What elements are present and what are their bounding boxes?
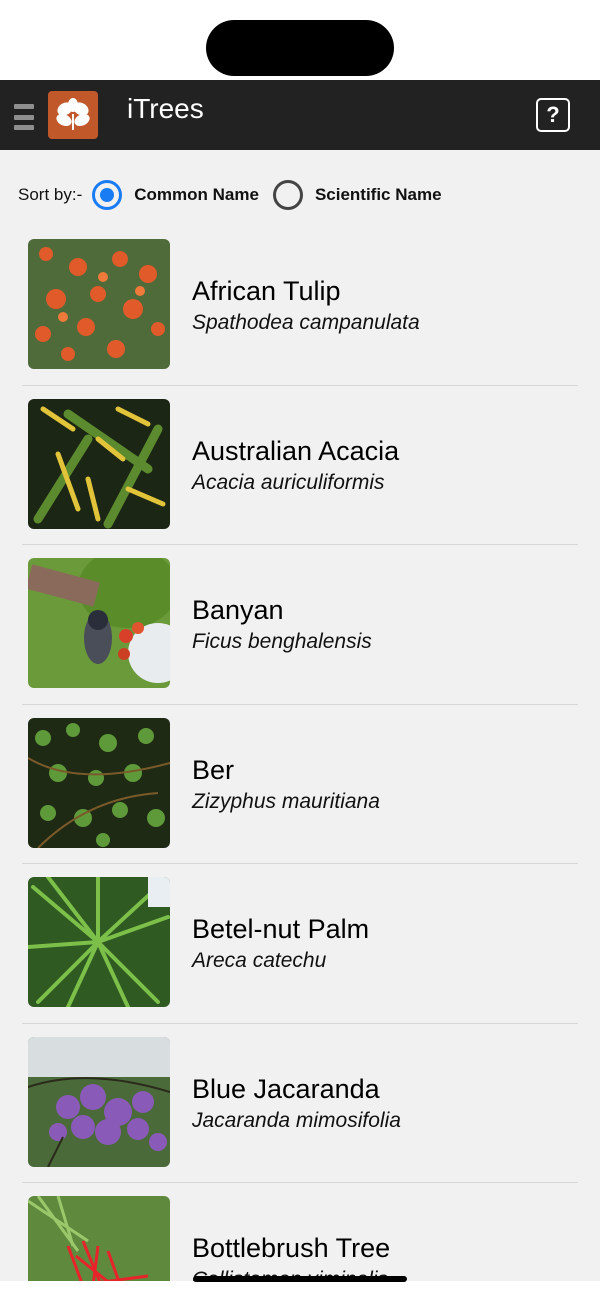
divider [22, 1022, 578, 1024]
tree-common-name: Blue Jacaranda [192, 1073, 380, 1104]
tree-scientific-name: Spathodea campanulata [192, 311, 420, 334]
tree-scientific-name: Zizyphus mauritiana [192, 789, 380, 813]
sort-options: Sort by:- Common Name Scientific Name [18, 180, 456, 210]
list-item[interactable]: African Tulip Spathodea campanulata [0, 230, 600, 390]
main-content: Sort by:- Common Name Scientific Name Af… [0, 150, 600, 1299]
radio-scientific-name[interactable] [272, 180, 303, 210]
tree-common-name: Ber [192, 754, 235, 785]
list-item[interactable]: Blue Jacaranda Jacaranda mimosifolia [0, 1028, 600, 1188]
tree-thumbnail [28, 239, 170, 369]
leaf-logo-icon [48, 91, 98, 139]
tree-common-name: Bottlebrush Tree [192, 1233, 391, 1263]
dynamic-island [206, 20, 394, 76]
app-title: iTrees [127, 93, 204, 124]
tree-common-name: Australian Acacia [192, 435, 400, 466]
divider [22, 544, 578, 545]
divider [22, 863, 578, 864]
divider [22, 703, 578, 705]
list-item[interactable]: Ber Zizyphus mauritiana [0, 709, 600, 869]
tree-thumbnail [28, 717, 170, 848]
sort-label: Sort by:- [18, 185, 83, 204]
tree-list: African Tulip Spathodea campanulata Aust… [0, 230, 600, 1299]
tree-common-name: Banyan [192, 595, 284, 625]
tree-scientific-name: Acacia auriculiformis [192, 470, 385, 494]
home-indicator [193, 1276, 407, 1282]
divider [22, 384, 578, 386]
tree-thumbnail [28, 398, 170, 529]
tree-thumbnail [28, 877, 170, 1007]
tree-common-name: African Tulip [192, 276, 341, 306]
help-icon[interactable]: ? [536, 98, 570, 132]
radio-common-name-label[interactable]: Common Name [134, 185, 259, 205]
list-item[interactable]: Australian Acacia Acacia auriculiformis [0, 390, 600, 550]
hamburger-icon[interactable] [14, 104, 34, 130]
tree-thumbnail [28, 1036, 170, 1167]
radio-scientific-name-label[interactable]: Scientific Name [315, 185, 442, 205]
tree-scientific-name: Jacaranda mimosifolia [192, 1108, 401, 1132]
tree-thumbnail [28, 558, 170, 688]
divider [22, 1182, 578, 1183]
status-bar [0, 0, 600, 80]
tree-scientific-name: Ficus benghalensis [192, 630, 372, 653]
tree-scientific-name: Areca catechu [192, 949, 327, 972]
radio-common-name[interactable] [92, 180, 123, 210]
list-item[interactable]: Banyan Ficus benghalensis [0, 549, 600, 709]
bottom-safe-area [0, 1281, 600, 1299]
tree-common-name: Betel-nut Palm [192, 914, 370, 944]
list-item[interactable]: Betel-nut Palm Areca catechu [0, 868, 600, 1028]
